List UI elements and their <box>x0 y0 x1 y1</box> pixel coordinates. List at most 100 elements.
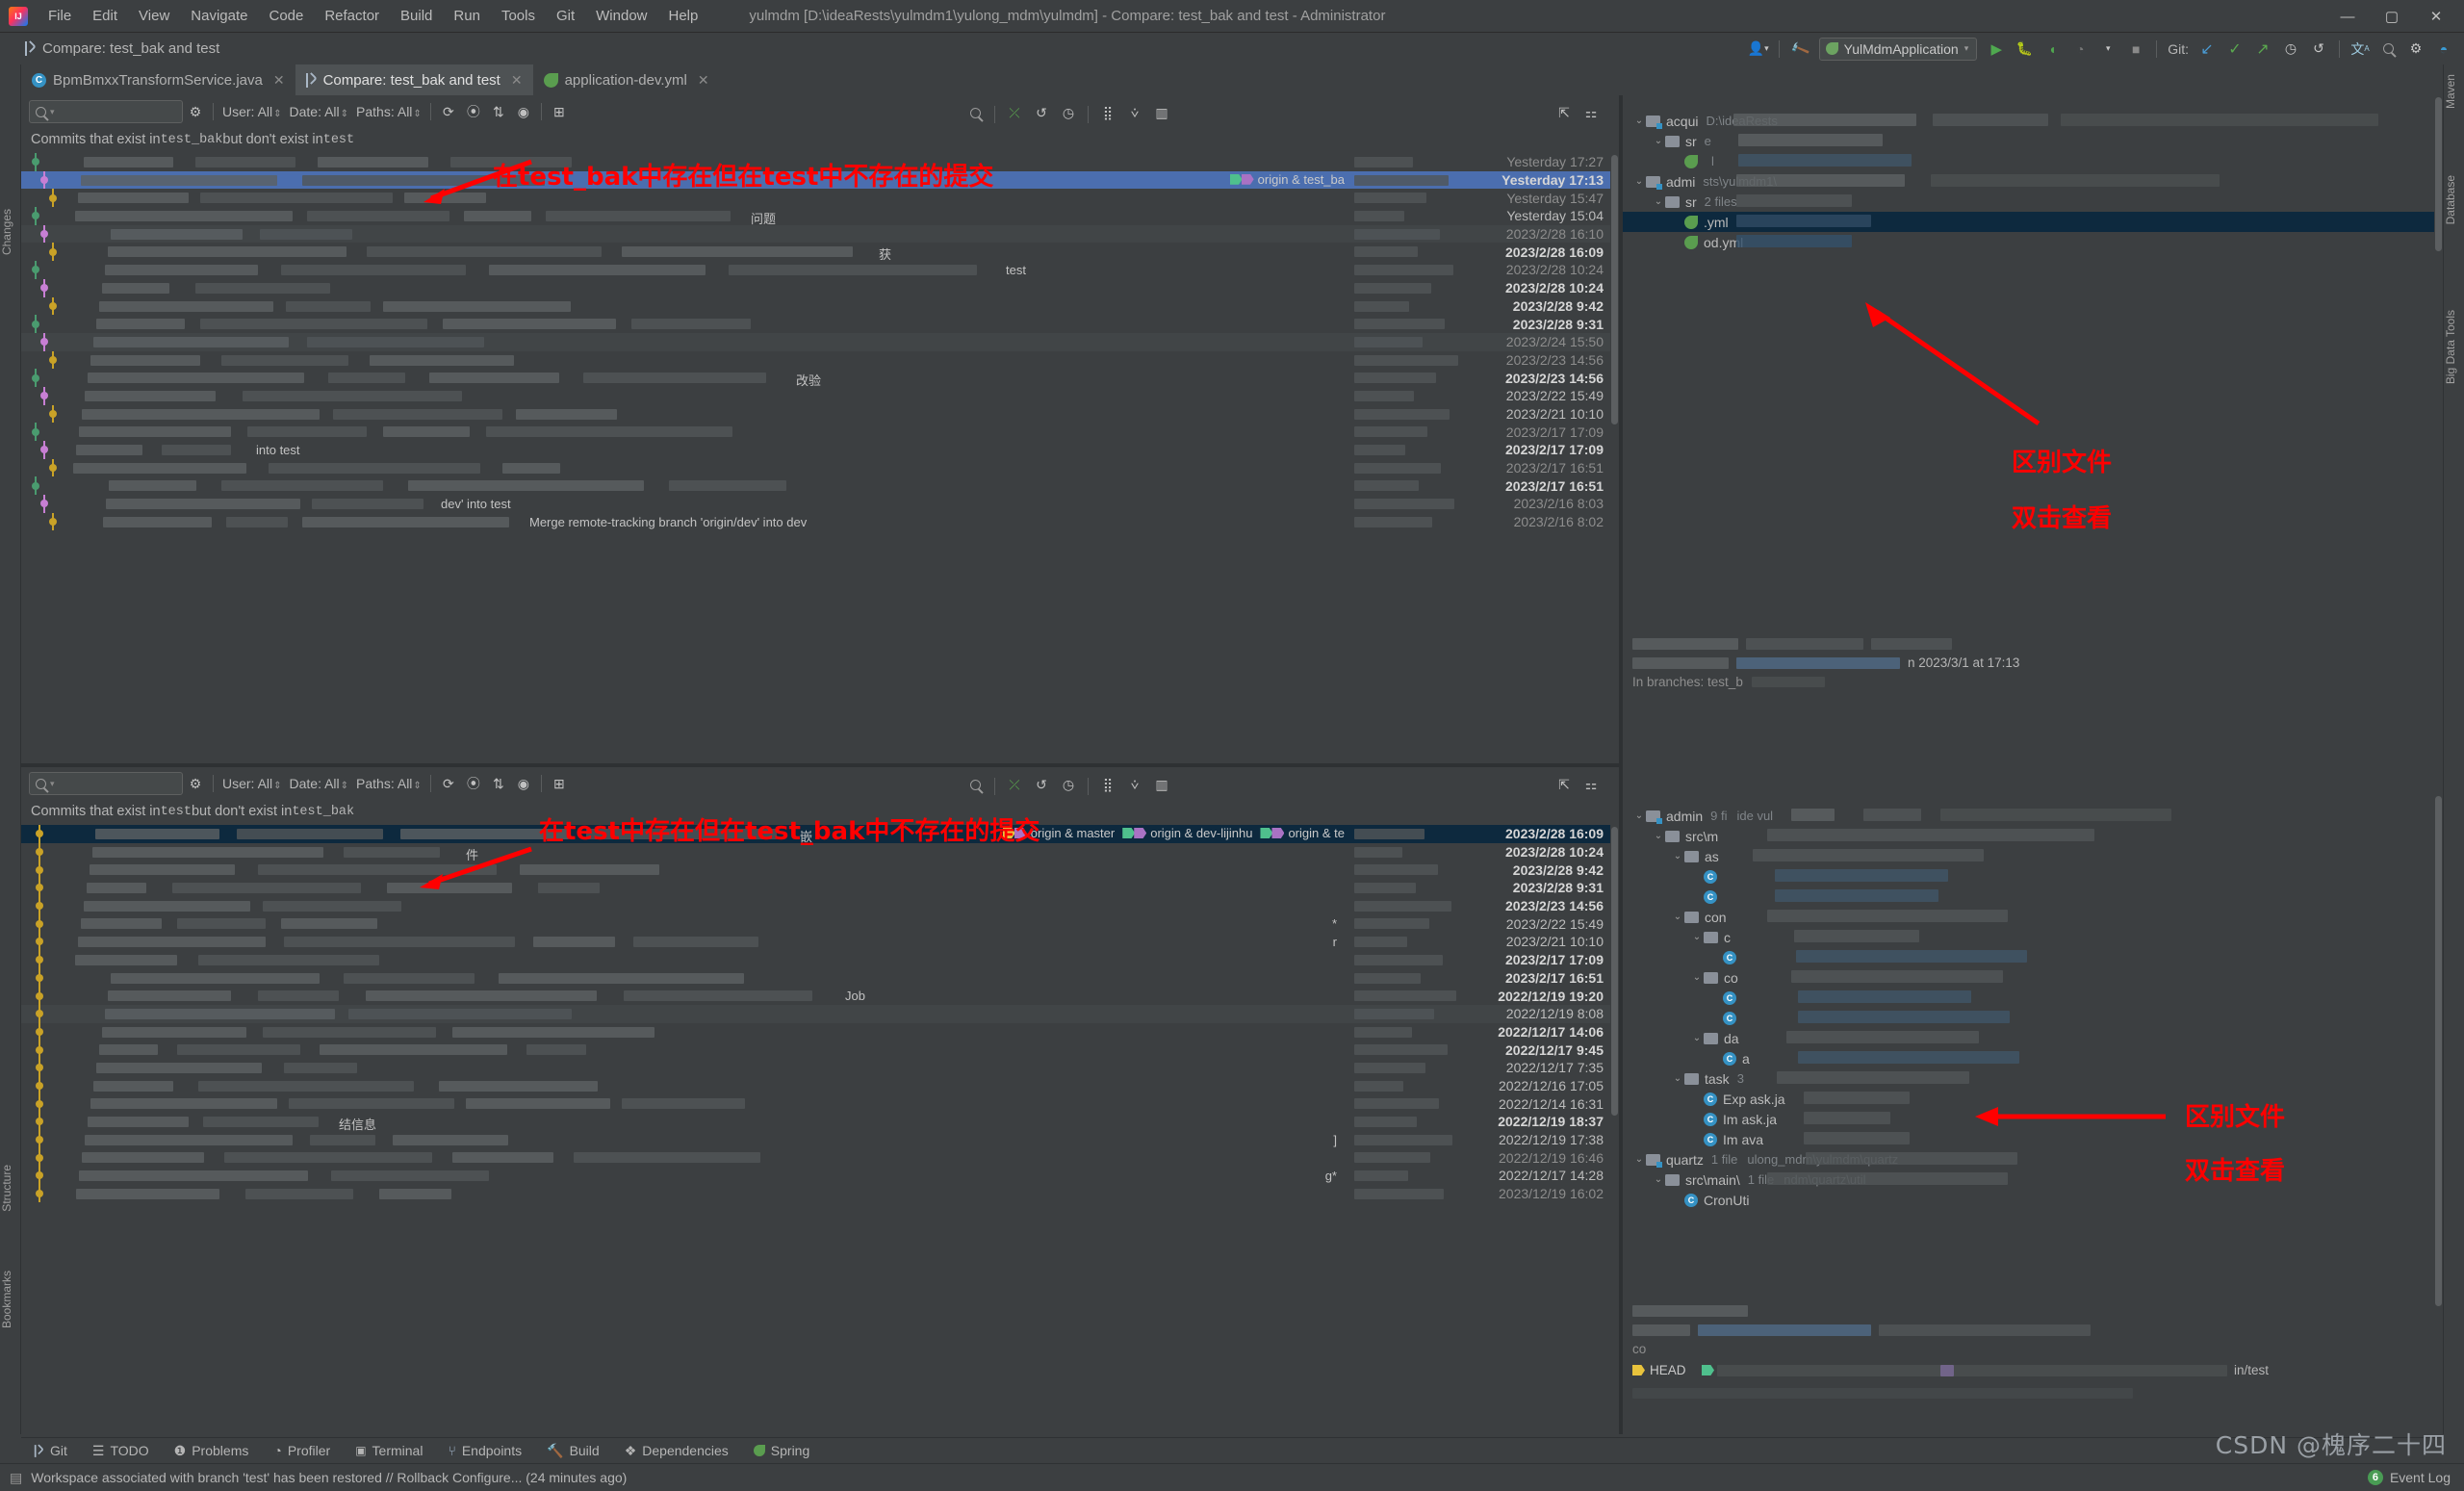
bottom-detail-scrollbar[interactable] <box>2434 767 2443 1434</box>
commit-row[interactable]: Job2022/12/19 19:20 <box>21 987 1619 1005</box>
menu-refactor[interactable]: Refactor <box>314 4 390 28</box>
menu-run[interactable]: Run <box>443 4 491 28</box>
commit-row[interactable]: 2023/2/17 17:09 <box>21 951 1619 969</box>
menu-tools[interactable]: Tools <box>491 4 546 28</box>
split-view-icon[interactable]: ▥ <box>1149 100 1174 125</box>
scrollbar-thumb[interactable] <box>1611 827 1618 1116</box>
commit-row[interactable]: 问题Yesterday 15:04 <box>21 207 1619 225</box>
menu-window[interactable]: Window <box>585 4 657 28</box>
collapse-all-icon[interactable]: ⇱ <box>1552 100 1577 125</box>
filter-date[interactable]: Date: All⇕ <box>290 104 349 119</box>
tool-window-endpoints[interactable]: ⑂ Endpoints <box>435 1443 534 1458</box>
tree-file-row[interactable]: C <box>1623 866 2443 887</box>
tree-folder-row[interactable]: ⌄co <box>1623 967 2443 988</box>
git-update-project-icon[interactable]: ↙ <box>2194 38 2220 61</box>
chevron-down-icon[interactable]: ⌄ <box>1671 1073 1684 1084</box>
filter-funnel-icon[interactable]: ⩒ <box>1122 772 1147 797</box>
tool-window-terminal[interactable]: ▣ Terminal <box>343 1443 435 1458</box>
tree-module-row[interactable]: ⌄admists\yulmdm1\ <box>1623 171 2443 192</box>
commit-row[interactable]: 结信息2022/12/19 18:37 <box>21 1113 1619 1131</box>
refresh-icon[interactable]: ⟳ <box>436 771 461 796</box>
filter-funnel-icon[interactable]: ⩒ <box>1122 100 1147 125</box>
commit-row[interactable]: 2023/12/19 16:02 <box>21 1185 1619 1203</box>
tree-file-row[interactable]: CIm ava <box>1623 1129 2443 1149</box>
commit-row[interactable]: 改验2023/2/23 14:56 <box>21 369 1619 387</box>
minimize-button[interactable]: — <box>2325 1 2370 32</box>
tool-window-git[interactable]: Git <box>21 1443 80 1458</box>
close-button[interactable]: ✕ <box>2414 1 2458 32</box>
tab-close-icon[interactable]: ✕ <box>511 72 523 89</box>
git-rollback-icon[interactable]: ↺ <box>2306 38 2331 61</box>
profile-dropdown-icon[interactable]: ▾ <box>2095 38 2120 61</box>
tool-window-spring[interactable]: Spring <box>741 1443 822 1458</box>
chevron-down-icon[interactable]: ⌄ <box>1632 810 1646 821</box>
maximize-button[interactable]: ▢ <box>2370 1 2414 32</box>
tree-folder-row[interactable]: ⌄sr2 files <box>1623 192 2443 212</box>
translate-icon[interactable]: 文A <box>2348 38 2373 61</box>
menu-view[interactable]: View <box>128 4 180 28</box>
tool-window-dependencies[interactable]: ❖ Dependencies <box>612 1443 741 1459</box>
panel-settings-icon[interactable]: ⚏ <box>1578 100 1604 125</box>
eye-icon[interactable]: ◉ <box>511 99 536 124</box>
commit-row[interactable]: 2023/2/28 9:42 <box>21 297 1619 316</box>
commit-list-scrollbar[interactable] <box>1610 825 1619 1434</box>
tree-file-row[interactable]: CIm ask.ja <box>1623 1109 2443 1129</box>
filter-paths[interactable]: Paths: All⇕ <box>356 104 422 119</box>
commit-row[interactable]: 件2023/2/28 10:24 <box>21 843 1619 861</box>
clock-icon[interactable]: ◷ <box>1056 772 1081 797</box>
settings-gear-icon[interactable]: ⚙ <box>2403 38 2428 61</box>
chevron-down-icon[interactable]: ⌄ <box>1652 1174 1665 1185</box>
commit-row[interactable]: 2023/2/21 10:10 <box>21 405 1619 424</box>
commit-row[interactable]: *2023/2/22 15:49 <box>21 914 1619 933</box>
event-log-button[interactable]: Event Log <box>2390 1470 2451 1485</box>
tool-window-todo[interactable]: ☰ TODO <box>80 1443 162 1459</box>
tree-file-row[interactable]: C <box>1623 1008 2443 1028</box>
commit-row[interactable]: test2023/2/28 10:24 <box>21 261 1619 279</box>
chevron-down-icon[interactable]: ⌄ <box>1671 851 1684 861</box>
tree-folder-row[interactable]: ⌄as <box>1623 846 2443 866</box>
tab-application-dev-yml[interactable]: application-dev.yml ✕ <box>533 64 720 95</box>
chevron-down-icon[interactable]: ⌄ <box>1652 136 1665 146</box>
tab-bpm-transform-service[interactable]: C BpmBmxxTransformService.java ✕ <box>21 64 295 95</box>
stop-button[interactable]: ■ <box>2123 38 2148 61</box>
search-input[interactable]: ▾ <box>29 100 183 123</box>
git-history-icon[interactable]: ◷ <box>2278 38 2303 61</box>
commit-row[interactable]: 2023/2/23 14:56 <box>21 351 1619 370</box>
tree-folder-row[interactable]: ⌄con <box>1623 907 2443 927</box>
commit-row[interactable]: 2023/2/28 9:31 <box>21 315 1619 333</box>
eye-icon[interactable]: ◉ <box>511 771 536 796</box>
revert-icon[interactable]: ↺ <box>1029 100 1054 125</box>
tool-window-problems[interactable]: ❶ Problems <box>162 1443 262 1459</box>
tree-file-row[interactable]: C <box>1623 947 2443 967</box>
chevron-down-icon[interactable]: ⌄ <box>1652 196 1665 207</box>
compare-branches-icon[interactable]: ⤫ <box>1002 100 1027 125</box>
chevron-down-icon[interactable]: ⌄ <box>1690 972 1704 983</box>
filter-user[interactable]: User: All⇕ <box>222 104 282 119</box>
commit-row[interactable]: Merge remote-tracking branch 'origin/dev… <box>21 513 1619 531</box>
group-by-icon[interactable]: ⣿ <box>1095 772 1120 797</box>
run-configuration-selector[interactable]: YulMdmApplication ▾ <box>1819 38 1978 61</box>
ref-label[interactable]: origin & master <box>1003 826 1115 840</box>
filter-settings-gear-icon[interactable]: ⚙ <box>183 771 208 796</box>
tree-module-row[interactable]: ⌄admin9 fiide vul <box>1623 806 2443 826</box>
tab-close-icon[interactable]: ✕ <box>273 72 285 89</box>
tree-folder-row[interactable]: ⌄da <box>1623 1028 2443 1048</box>
chevron-down-icon[interactable]: ⌄ <box>1632 1154 1646 1165</box>
commit-row[interactable]: 获2023/2/28 16:09 <box>21 243 1619 261</box>
chevron-down-icon[interactable]: ⌄ <box>1652 831 1665 841</box>
commit-row[interactable]: r2023/2/21 10:10 <box>21 933 1619 951</box>
commit-row[interactable]: ]2022/12/19 17:38 <box>21 1131 1619 1149</box>
tree-folder-row[interactable]: ⌄src\m <box>1623 826 2443 846</box>
filter-paths[interactable]: Paths: All⇕ <box>356 776 422 791</box>
theme-toggle-icon[interactable]: ◓ <box>2431 38 2456 61</box>
panel-search-icon[interactable] <box>962 100 988 125</box>
build-hammer-icon[interactable]: 🔨 <box>1784 33 1816 64</box>
scrollbar-thumb[interactable] <box>1611 155 1618 424</box>
commit-row[interactable]: 2023/2/28 10:24 <box>21 279 1619 297</box>
tab-close-icon[interactable]: ✕ <box>698 72 709 89</box>
group-by-icon[interactable]: ⣿ <box>1095 100 1120 125</box>
revert-icon[interactable]: ↺ <box>1029 772 1054 797</box>
commit-row[interactable]: 2023/2/22 15:49 <box>21 387 1619 405</box>
tree-file-row[interactable]: CCronUti <box>1623 1190 2443 1210</box>
tree-folder-row[interactable]: ⌄sre <box>1623 131 2443 151</box>
